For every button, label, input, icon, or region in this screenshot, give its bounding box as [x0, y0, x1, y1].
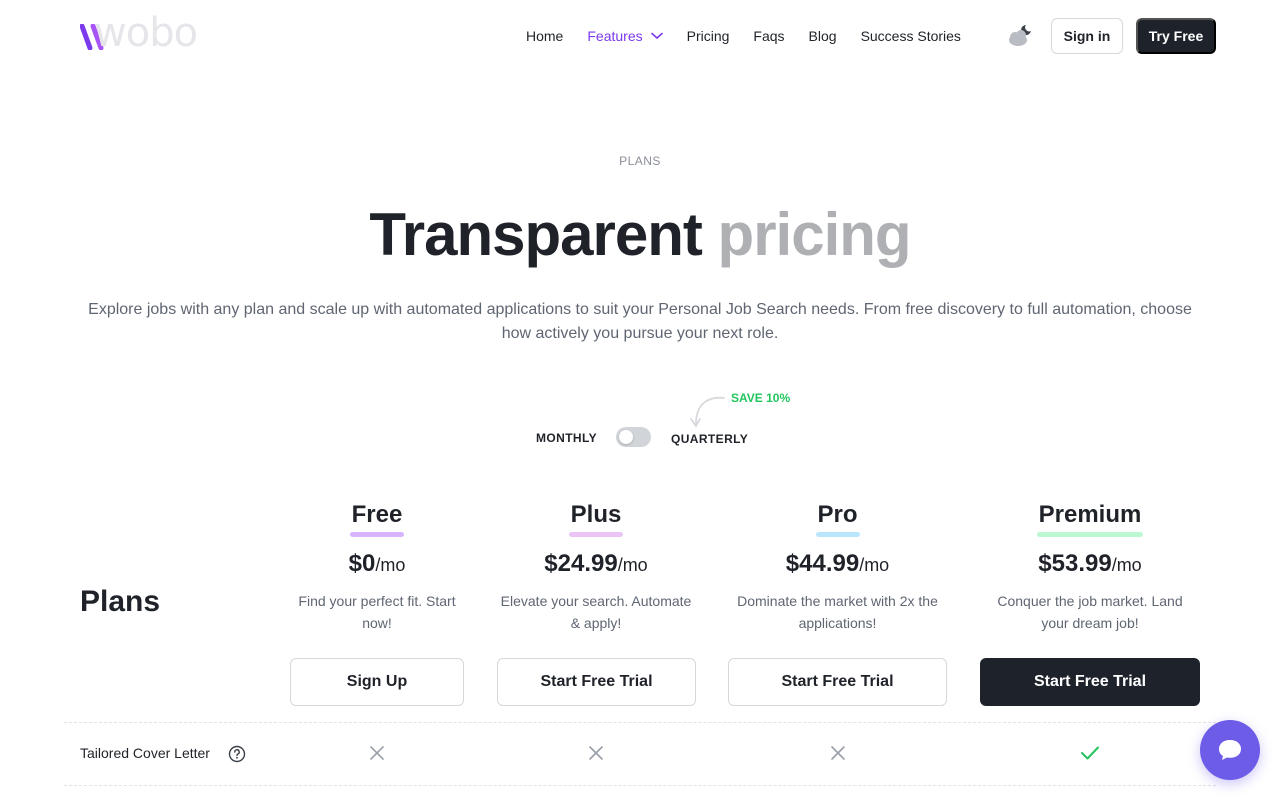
- help-circle-icon[interactable]: [228, 745, 246, 763]
- chat-bubble-icon: [1219, 740, 1241, 760]
- monthly-label[interactable]: MONTHLY: [536, 431, 597, 445]
- title-muted: pricing: [717, 201, 912, 268]
- plan-name: Plus: [570, 501, 622, 528]
- desc-line-2: applications!: [798, 615, 877, 631]
- price-period: /mo: [1111, 555, 1142, 575]
- section-eyebrow: PLANS: [619, 154, 661, 168]
- nav-faqs[interactable]: Faqs: [753, 28, 784, 44]
- toggle-knob: [619, 430, 633, 444]
- feature-label: Tailored Cover Letter: [80, 745, 210, 761]
- plan-description: Conquer the job market. Land your dream j…: [980, 590, 1200, 634]
- page-title: Transparent pricing: [0, 200, 1280, 269]
- plan-name: Free: [351, 501, 403, 528]
- plan-pro: Pro $44.99/mo Dominate the market with 2…: [728, 500, 947, 634]
- price-amount: $0: [348, 550, 376, 577]
- try-free-button[interactable]: Try Free: [1136, 18, 1216, 54]
- nav-features-label: Features: [587, 28, 643, 44]
- plan-price: $44.99/mo: [728, 549, 947, 580]
- check-icon: [1081, 746, 1099, 760]
- desc-line-1: Dominate the market with 2x the: [737, 593, 938, 609]
- theme-toggle-moon-cloud-icon[interactable]: [1006, 22, 1034, 50]
- price-amount: $24.99: [544, 550, 618, 577]
- plan-accent-bar: [350, 532, 404, 537]
- row-divider: [64, 722, 1216, 723]
- plan-free: Free $0/mo Find your perfect fit. Start n…: [290, 500, 464, 634]
- plan-price: $0/mo: [290, 549, 464, 580]
- cross-icon: [370, 746, 384, 760]
- price-amount: $44.99: [785, 550, 860, 577]
- nav-features[interactable]: Features: [587, 28, 663, 44]
- desc-line-2: your dream job!: [1041, 615, 1139, 631]
- chevron-down-icon: [650, 32, 663, 40]
- cross-icon: [831, 746, 845, 760]
- plan-description: Elevate your search. Automate & apply!: [496, 590, 696, 634]
- plan-accent-bar: [1037, 532, 1143, 537]
- plan-premium: Premium $53.99/mo Conquer the job market…: [980, 500, 1200, 634]
- desc-line-2: & apply!: [570, 615, 622, 631]
- desc-line-1: Elevate your search. Automate: [500, 593, 692, 609]
- cross-icon: [589, 746, 603, 760]
- curved-arrow-icon: [690, 396, 725, 428]
- nav-pricing[interactable]: Pricing: [687, 28, 730, 44]
- wobo-logo[interactable]: wobo: [80, 10, 202, 56]
- site-header: wobo Home Features Pricing Faqs Blog Suc…: [0, 0, 1280, 72]
- plan-price: $53.99/mo: [980, 549, 1200, 580]
- plan-plus: Plus $24.99/mo Elevate your search. Auto…: [496, 500, 696, 634]
- nav-home[interactable]: Home: [526, 28, 563, 44]
- plan-description: Dominate the market with 2x the applicati…: [728, 590, 947, 634]
- price-period: /mo: [617, 555, 648, 575]
- plan-accent-bar: [815, 532, 860, 537]
- plan-name: Premium: [1038, 501, 1142, 528]
- plan-price: $24.99/mo: [496, 549, 696, 580]
- desc-line-1: Conquer the job market. Land: [997, 593, 1183, 609]
- plan-name: Pro: [817, 501, 858, 528]
- save-badge: SAVE 10%: [731, 391, 791, 405]
- logo-text: wobo: [94, 10, 198, 56]
- price-amount: $53.99: [1038, 550, 1112, 577]
- quarterly-label[interactable]: QUARTERLY: [671, 432, 748, 446]
- premium-start-trial-button[interactable]: Start Free Trial: [980, 658, 1200, 706]
- chat-launcher-button[interactable]: [1200, 720, 1260, 780]
- plus-start-trial-button[interactable]: Start Free Trial: [497, 658, 696, 706]
- price-period: /mo: [859, 555, 890, 575]
- billing-toggle[interactable]: [616, 427, 651, 447]
- free-sign-up-button[interactable]: Sign Up: [290, 658, 464, 706]
- plans-heading: Plans: [80, 585, 161, 618]
- sign-in-button[interactable]: Sign in: [1051, 18, 1123, 54]
- nav-success-stories[interactable]: Success Stories: [861, 28, 961, 44]
- desc-line-2: now!: [362, 615, 392, 631]
- price-period: /mo: [375, 555, 406, 575]
- title-main: Transparent: [369, 201, 702, 268]
- plan-description: Find your perfect fit. Start now!: [290, 590, 464, 634]
- row-divider: [64, 785, 1216, 786]
- nav-blog[interactable]: Blog: [809, 28, 837, 44]
- main-nav: Home Features Pricing Faqs Blog Success …: [526, 26, 985, 46]
- desc-line-1: Find your perfect fit. Start: [298, 593, 456, 609]
- pro-start-trial-button[interactable]: Start Free Trial: [728, 658, 947, 706]
- plan-accent-bar: [569, 532, 623, 537]
- page-subtitle: Explore jobs with any plan and scale up …: [88, 301, 1192, 342]
